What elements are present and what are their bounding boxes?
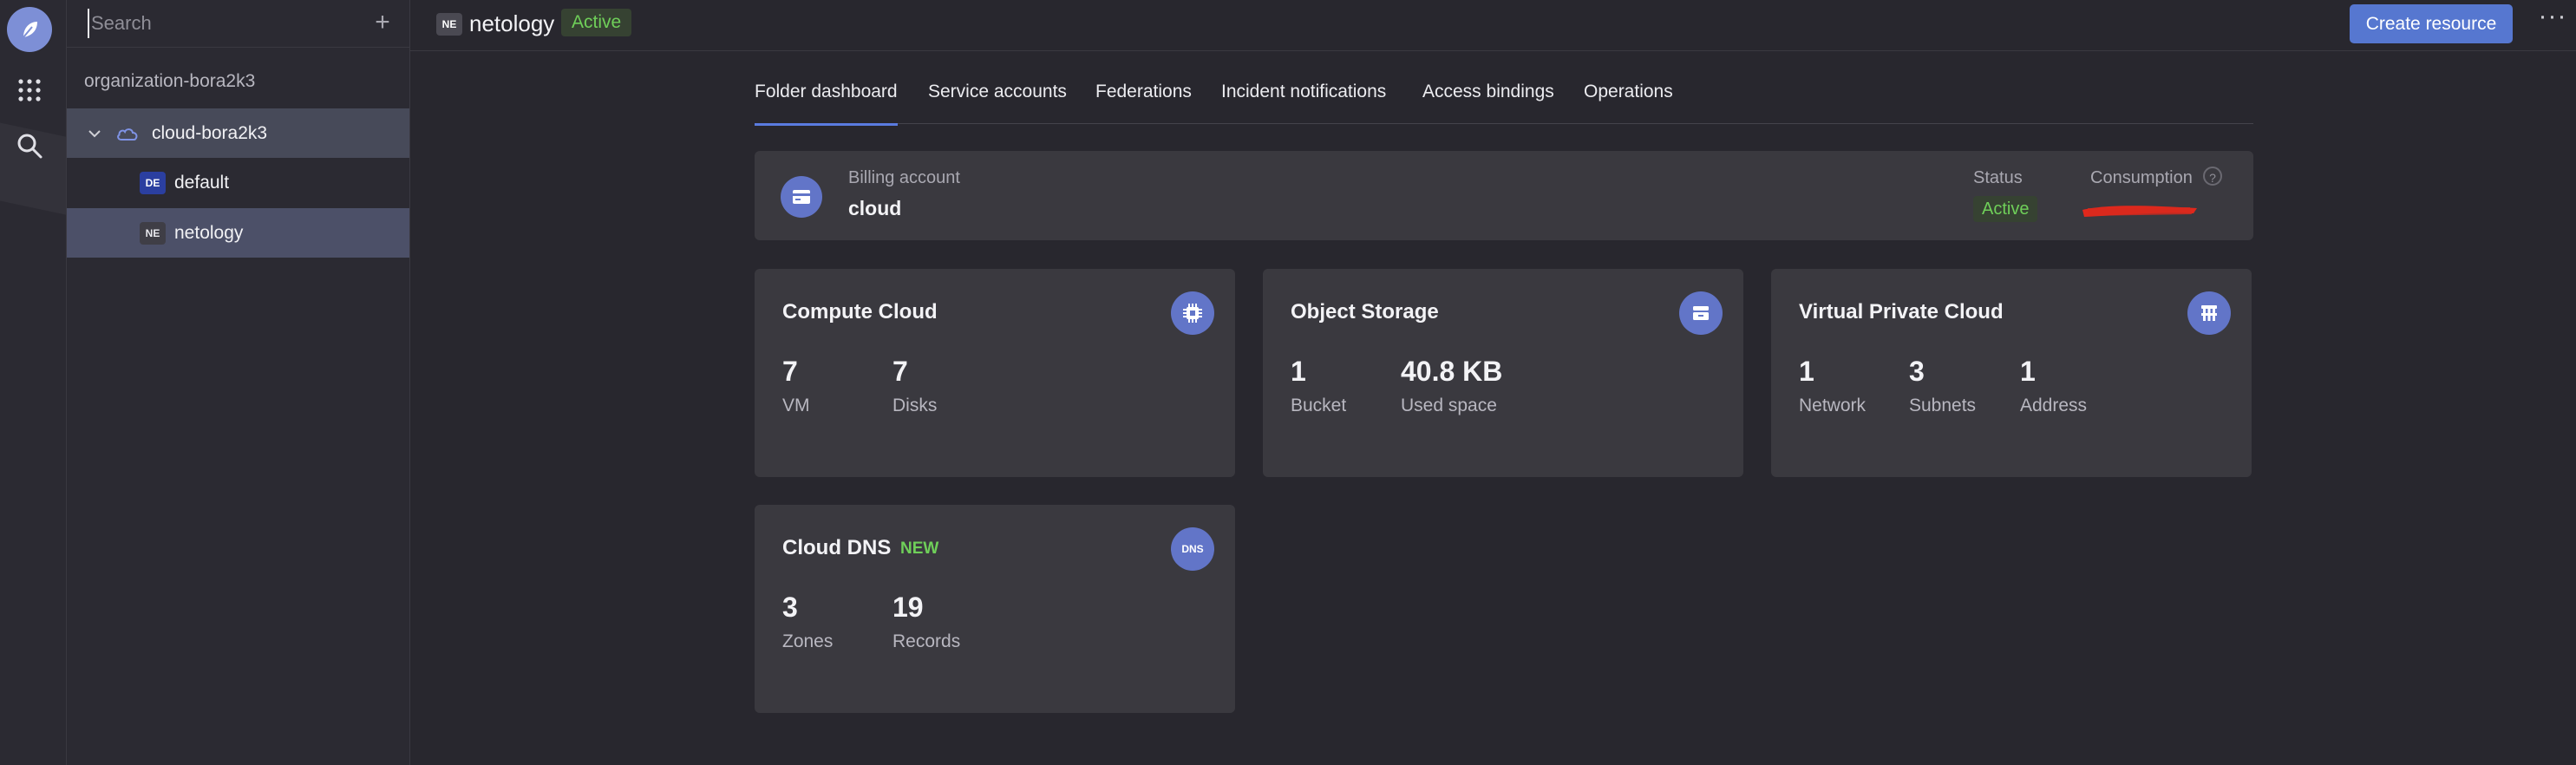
sidebar-item-label: default: [174, 172, 230, 193]
organization-label[interactable]: organization-bora2k3: [84, 71, 255, 92]
metric-label: VM: [782, 396, 810, 415]
create-resource-button[interactable]: Create resource: [2350, 4, 2513, 43]
search-icon[interactable]: [10, 127, 49, 165]
sidebar-item-netology[interactable]: NE netology: [67, 208, 409, 258]
chip-icon: [1171, 291, 1214, 335]
status-badge: Active: [1973, 196, 2038, 222]
card-title: Virtual Private Cloud: [1799, 300, 2004, 324]
folder-badge: DE: [140, 171, 166, 194]
sidebar-item-default[interactable]: DE default: [67, 158, 409, 207]
sidebar-item-label: netology: [174, 222, 244, 243]
question-icon[interactable]: ?: [2203, 167, 2222, 186]
cloud-dns-card[interactable]: Cloud DNS NEW DNS 3 Zones 19 Records: [755, 505, 1235, 713]
consumption-label: Consumption: [2090, 168, 2193, 187]
page-title: netology: [469, 10, 555, 36]
sidebar-item-label: cloud-bora2k3: [152, 122, 268, 143]
dns-icon-text: DNS: [1181, 543, 1204, 555]
metric-label: Disks: [892, 396, 938, 415]
chevron-down-icon[interactable]: [86, 125, 103, 142]
metric-label: Zones: [782, 631, 834, 651]
billing-account-value: cloud: [848, 197, 902, 219]
metric-value: 19: [892, 592, 924, 623]
card-title: Object Storage: [1291, 300, 1439, 324]
metric-label: Address: [2020, 396, 2088, 415]
metric-value: 1: [2020, 356, 2036, 387]
metric-label: Records: [892, 631, 961, 651]
metric-value: 1: [1291, 356, 1306, 387]
metric-value: 3: [782, 592, 798, 623]
compute-cloud-card[interactable]: Compute Cloud 7 VM 7 Disks: [755, 269, 1235, 477]
network-icon: [2187, 291, 2231, 335]
card-title: Compute Cloud: [782, 300, 938, 324]
redaction-mark: [2082, 206, 2197, 217]
top-header: NE netology Active Create resource ···: [410, 0, 2576, 51]
metric-label: Used space: [1401, 396, 1497, 415]
tab-federations[interactable]: Federations: [1095, 82, 1192, 123]
metric-value: 3: [1909, 356, 1925, 387]
billing-account-label: Billing account: [848, 168, 960, 187]
object-storage-card[interactable]: Object Storage 1 Bucket 40.8 KB Used spa…: [1263, 269, 1743, 477]
metric-value: 7: [782, 356, 798, 387]
sidebar-search-row: +: [67, 0, 409, 48]
metric-label: Bucket: [1291, 396, 1347, 415]
virtual-private-cloud-card[interactable]: Virtual Private Cloud 1 Network 3 Subnet…: [1771, 269, 2252, 477]
status-label: Status: [1973, 168, 2023, 187]
metric-label: Subnets: [1909, 396, 1977, 415]
billing-account-panel[interactable]: Billing account cloud Status Active Cons…: [755, 151, 2253, 240]
sidebar-item-cloud[interactable]: cloud-bora2k3: [67, 108, 409, 158]
tab-service-accounts[interactable]: Service accounts: [928, 82, 1067, 123]
apps-grid-icon[interactable]: [10, 71, 49, 109]
card-title: Cloud DNS: [782, 536, 892, 559]
more-icon[interactable]: ···: [2535, 3, 2570, 40]
metric-value: 7: [892, 356, 908, 387]
metric-value: 1: [1799, 356, 1814, 387]
storage-icon: [1679, 291, 1723, 335]
folder-badge: NE: [436, 13, 462, 36]
plus-icon[interactable]: +: [369, 10, 396, 36]
tab-bar: Folder dashboard Service accounts Federa…: [755, 75, 2253, 126]
metric-value: 40.8 KB: [1401, 356, 1503, 387]
metric-label: Network: [1799, 396, 1867, 415]
cloud-icon: [117, 128, 138, 141]
logo-icon[interactable]: [7, 7, 52, 52]
tab-operations[interactable]: Operations: [1584, 82, 1673, 123]
sidebar: + organization-bora2k3 cloud-bora2k3 DE …: [67, 0, 410, 765]
left-rail: [0, 0, 67, 765]
new-badge: NEW: [900, 539, 939, 558]
search-input[interactable]: [88, 9, 353, 38]
tab-access-bindings[interactable]: Access bindings: [1422, 82, 1554, 123]
folder-badge: NE: [140, 221, 166, 245]
dns-icon: DNS: [1171, 527, 1214, 571]
tab-incident-notifications[interactable]: Incident notifications: [1221, 82, 1386, 123]
credit-card-icon: [781, 176, 822, 218]
tab-folder-dashboard[interactable]: Folder dashboard: [755, 82, 898, 126]
status-badge: Active: [561, 9, 632, 36]
